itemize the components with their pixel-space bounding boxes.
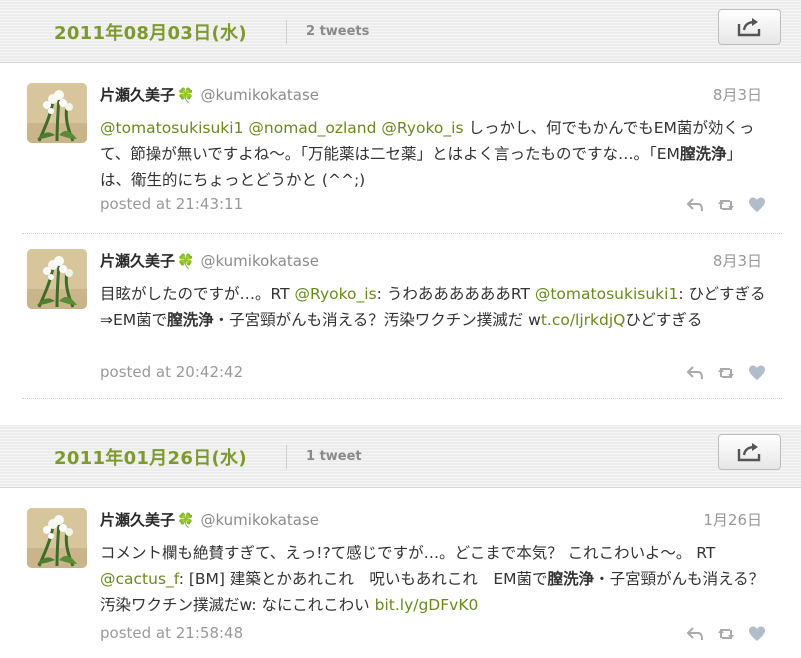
day-header: 2011年01月26日(水) 1 tweet bbox=[0, 425, 801, 488]
avatar[interactable] bbox=[27, 508, 87, 568]
share-button[interactable] bbox=[718, 434, 781, 470]
reply-icon[interactable] bbox=[686, 196, 704, 214]
avatar[interactable] bbox=[27, 249, 87, 309]
user-name[interactable]: 片瀬久美子 bbox=[100, 252, 175, 270]
heart-icon[interactable] bbox=[748, 364, 766, 382]
posted-time: posted at 21:58:48 bbox=[100, 624, 244, 642]
tweet-list: 片瀬久美子 🍀 @kumikokatase 8月3日 @tomatosukisuki… bbox=[0, 63, 801, 426]
tweet-item: 片瀬久美子 🍀 @kumikokatase 8月3日 目眩がしたのですが…。RT @… bbox=[22, 249, 782, 399]
tweet-text-segment: 目眩がしたのですが…。RT bbox=[100, 285, 295, 303]
tweet-text: 目眩がしたのですが…。RT @Ryoko_is: うわああああああRT @tom… bbox=[100, 281, 772, 333]
tweet-divider bbox=[22, 398, 782, 399]
day-date-title: 2011年08月03日(水) bbox=[54, 23, 247, 44]
header-divider bbox=[286, 445, 287, 469]
day-date-title: 2011年01月26日(水) bbox=[54, 448, 247, 469]
retweet-icon[interactable] bbox=[717, 625, 735, 643]
tweet-link[interactable]: @tomatosukisuki1 bbox=[535, 285, 678, 303]
tweet-link[interactable]: t.co/ljrkdjQ bbox=[541, 311, 626, 329]
day-section: 2011年01月26日(水) 1 tweet 片瀬久美子 🍀 @kumikoka… bbox=[0, 425, 801, 658]
tweet-link[interactable]: @nomad_ozland bbox=[248, 119, 376, 137]
tweet-text-segment: ひどすぎる bbox=[625, 311, 703, 329]
share-button[interactable] bbox=[718, 9, 781, 45]
tweet-link[interactable]: @cactus_f bbox=[100, 570, 179, 588]
retweet-icon[interactable] bbox=[717, 196, 735, 214]
tweet-link[interactable]: @Ryoko_is bbox=[295, 285, 377, 303]
tweet-divider bbox=[22, 233, 782, 234]
tweet-text-segment: ・子宮頸がんも消える？汚染ワクチン撲滅だ w bbox=[213, 311, 541, 329]
flower-avatar-image bbox=[27, 249, 87, 309]
retweet-icon[interactable] bbox=[717, 364, 735, 382]
tweet-link[interactable]: @tomatosukisuki1 bbox=[100, 119, 243, 137]
share-icon bbox=[737, 18, 760, 37]
tweet-text-segment: : [BM] 建築とかあれこれ 呪いもあれこれ EM菌で bbox=[178, 570, 548, 588]
user-name[interactable]: 片瀬久美子 bbox=[100, 86, 175, 104]
avatar[interactable] bbox=[27, 83, 87, 143]
tweet-count: 2 tweets bbox=[306, 24, 370, 39]
user-handle[interactable]: @kumikokatase bbox=[200, 252, 319, 270]
tweet-list: 片瀬久美子 🍀 @kumikokatase 1月26日 コメント欄も絶賛すぎて、えっ… bbox=[0, 488, 801, 658]
posted-time: posted at 21:43:11 bbox=[100, 195, 244, 213]
tweet-count: 1 tweet bbox=[306, 449, 362, 464]
reply-icon[interactable] bbox=[686, 625, 704, 643]
highlight-term: 膣洗浄 bbox=[167, 311, 214, 329]
tweet-user: 片瀬久美子 🍀 @kumikokatase bbox=[100, 508, 319, 533]
tweet-item: 片瀬久美子 🍀 @kumikokatase 1月26日 コメント欄も絶賛すぎて、えっ… bbox=[22, 508, 782, 658]
header-divider bbox=[286, 20, 287, 44]
clover-icon: 🍀 bbox=[177, 513, 195, 529]
tweet-text: @tomatosukisuki1 @nomad_ozland @Ryoko_is… bbox=[100, 115, 772, 193]
share-icon bbox=[737, 443, 760, 462]
tweet-user: 片瀬久美子 🍀 @kumikokatase bbox=[100, 249, 319, 274]
tweet-item: 片瀬久美子 🍀 @kumikokatase 8月3日 @tomatosukisuki… bbox=[22, 83, 782, 223]
clover-icon: 🍀 bbox=[177, 88, 195, 104]
tweet-text: コメント欄も絶賛すぎて、えっ!?て感じですが…。どこまで本気？ これこわいよ〜。… bbox=[100, 540, 772, 618]
posted-time: posted at 20:42:42 bbox=[100, 363, 244, 381]
highlight-term: 膣洗浄 bbox=[679, 145, 727, 163]
tweet-date[interactable]: 8月3日 bbox=[713, 83, 762, 107]
clover-icon: 🍀 bbox=[177, 254, 195, 270]
tweet-user: 片瀬久美子 🍀 @kumikokatase bbox=[100, 83, 319, 108]
heart-icon[interactable] bbox=[748, 625, 766, 643]
user-handle[interactable]: @kumikokatase bbox=[200, 86, 319, 104]
tweet-actions bbox=[686, 624, 766, 644]
tweet-actions bbox=[686, 363, 766, 383]
user-name[interactable]: 片瀬久美子 bbox=[100, 511, 175, 529]
tweet-date[interactable]: 1月26日 bbox=[703, 508, 762, 532]
tweet-link[interactable]: @Ryoko_is bbox=[381, 119, 463, 137]
tweet-text-segment: コメント欄も絶賛すぎて、えっ!?て感じですが…。どこまで本気？ これこわいよ〜。… bbox=[100, 544, 716, 562]
day-section: 2011年08月03日(水) 2 tweets 片瀬久美子 🍀 @kumikok… bbox=[0, 0, 801, 426]
tweet-link[interactable]: bit.ly/gDFvK0 bbox=[375, 596, 479, 614]
flower-avatar-image bbox=[27, 508, 87, 568]
flower-avatar-image bbox=[27, 83, 87, 143]
highlight-term: 膣洗浄 bbox=[547, 570, 595, 588]
user-handle[interactable]: @kumikokatase bbox=[200, 511, 319, 529]
tweet-text-segment: : うわああああああRT bbox=[376, 285, 535, 303]
heart-icon[interactable] bbox=[748, 196, 766, 214]
tweet-date[interactable]: 8月3日 bbox=[713, 249, 762, 273]
tweet-actions bbox=[686, 195, 766, 215]
day-header: 2011年08月03日(水) 2 tweets bbox=[0, 0, 801, 63]
reply-icon[interactable] bbox=[686, 364, 704, 382]
